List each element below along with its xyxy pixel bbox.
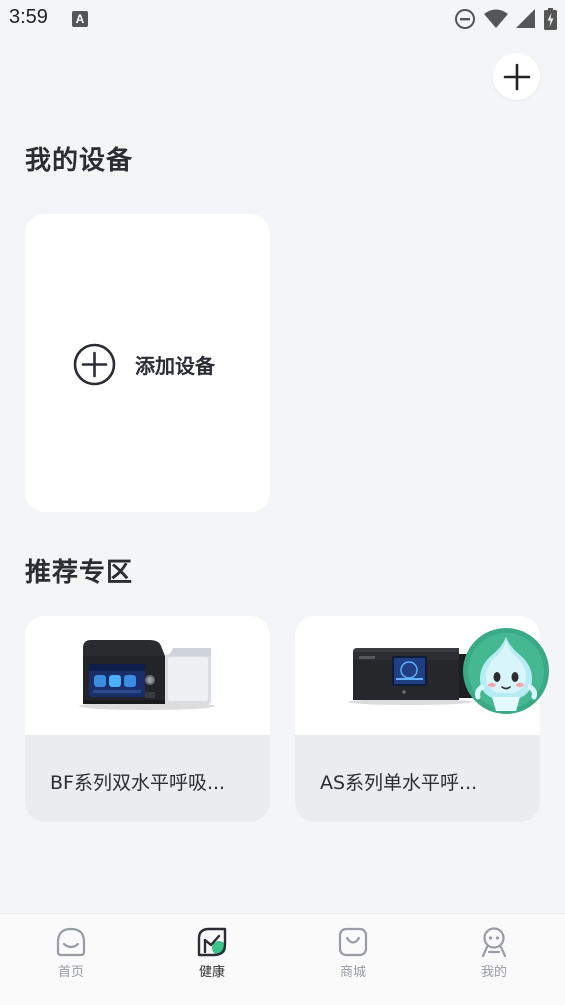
product-image-bf — [25, 616, 270, 735]
signal-icon — [516, 9, 535, 28]
shop-icon — [338, 927, 368, 957]
status-bar: 3:59 A — [0, 0, 565, 40]
dnd-icon — [455, 9, 475, 29]
status-time: 3:59 — [9, 6, 48, 28]
water-drop-mascot-icon — [463, 628, 549, 714]
bottom-nav: 首页 健康 商城 我的 — [0, 913, 565, 1005]
nav-label-profile: 我的 — [480, 965, 507, 980]
nav-item-shop[interactable]: 商城 — [313, 926, 393, 990]
add-device-label: 添加设备 — [135, 354, 215, 378]
recommended-title: 推荐专区 — [25, 558, 134, 588]
nav-item-home[interactable]: 首页 — [31, 926, 111, 990]
status-icons — [454, 8, 557, 30]
product-card-bf[interactable]: BF系列双水平呼吸... — [25, 616, 270, 822]
product-name-bf: BF系列双水平呼吸... — [50, 772, 226, 794]
my-devices-title: 我的设备 — [25, 146, 134, 176]
assistant-mascot-button[interactable] — [462, 627, 549, 717]
profile-icon — [481, 927, 507, 958]
nav-label-health: 健康 — [198, 965, 225, 980]
add-device-row[interactable]: 添加设备 — [73, 343, 215, 386]
plus-icon — [503, 63, 530, 90]
home-icon — [56, 927, 86, 957]
battery-icon — [544, 8, 557, 30]
nav-label-home: 首页 — [57, 965, 84, 980]
notification-a-icon: A — [72, 11, 88, 27]
product-name-as: AS系列单水平呼... — [320, 772, 478, 794]
add-device-card[interactable]: 添加设备 — [25, 214, 270, 512]
nav-item-health[interactable]: 健康 — [172, 926, 252, 990]
bf-device-image — [79, 640, 215, 710]
nav-label-shop: 商城 — [339, 965, 366, 980]
wifi-icon — [484, 9, 508, 28]
add-circle-icon — [73, 343, 116, 386]
nav-item-profile[interactable]: 我的 — [454, 926, 534, 990]
health-icon — [197, 927, 227, 957]
add-button[interactable] — [493, 53, 540, 100]
